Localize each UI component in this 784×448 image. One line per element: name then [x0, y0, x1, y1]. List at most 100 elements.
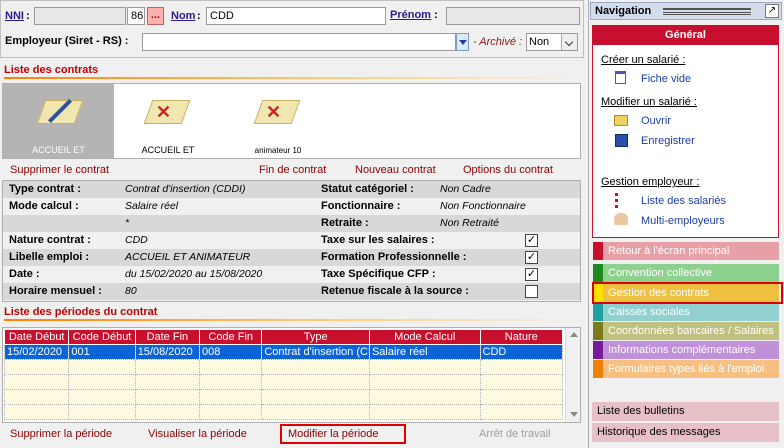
cfp-checkbox[interactable]: ✓: [525, 268, 538, 281]
mode-calcul-label: Mode calcul :: [9, 200, 79, 212]
prenom-field[interactable]: [446, 7, 580, 25]
column-header[interactable]: Date Fin: [134, 329, 201, 345]
column-header[interactable]: Date Début: [3, 329, 70, 345]
contract-item-selected[interactable]: ACCUEIL ET: [3, 84, 114, 158]
fonctionnaire-label: Fonctionnaire :: [321, 200, 401, 212]
asterisk-value: *: [125, 217, 130, 229]
bulletins-button[interactable]: Liste des bulletins: [592, 402, 779, 421]
table-cell: Contrat d'insertion (CDDI): [261, 344, 370, 360]
menu-color-bar: [593, 341, 603, 359]
column-header[interactable]: Type: [261, 329, 370, 345]
nav-menu-return[interactable]: Retour à l'écran principal: [593, 242, 779, 260]
taxe-salaires-checkbox[interactable]: ✓: [525, 234, 538, 247]
table-row[interactable]: [3, 404, 564, 420]
fonctionnaire-value: Non Fonctionnaire: [440, 200, 526, 212]
gestion-employeur-heading: Gestion employeur :: [601, 176, 700, 188]
details-row: Type contrat : Contrat d'insertion (CDDI…: [3, 181, 580, 198]
fiche-vide-link[interactable]: Fiche vide: [641, 73, 691, 85]
liste-salaries-link[interactable]: Liste des salariés: [641, 195, 726, 207]
multi-employeurs-link[interactable]: Multi-employeurs: [641, 215, 725, 227]
menu-color-bar: [593, 303, 603, 321]
nature-value: CDD: [125, 234, 148, 246]
nom-field[interactable]: CDD: [206, 7, 386, 25]
historique-button[interactable]: Historique des messages: [592, 423, 779, 442]
periods-scrollbar[interactable]: [565, 328, 580, 422]
scroll-down-icon[interactable]: [570, 412, 578, 417]
date-label: Date :: [9, 268, 40, 280]
cross-icon: ✕: [266, 102, 282, 122]
column-header[interactable]: Code Fin: [199, 329, 263, 345]
nom-label[interactable]: Nom: [171, 10, 195, 22]
save-disk-icon: [615, 134, 628, 147]
nav-menu-forms[interactable]: Formulaires types liés à l'emploi: [593, 360, 779, 378]
contract-item-label: ACCUEIL ET: [141, 145, 195, 155]
users-list-icon: [615, 193, 628, 208]
libelle-value: ACCUEIL ET ANIMATEUR: [125, 251, 251, 263]
statut-label: Statut catégoriel :: [321, 183, 414, 195]
nav-menu-convention[interactable]: Convention collective: [593, 264, 779, 282]
mode-calcul-value: Salaire réel: [125, 200, 179, 212]
cfp-label: Taxe Spécifique CFP :: [321, 268, 436, 280]
nav-menu-bank[interactable]: Coordonnées bancaires / Salaires: [593, 322, 779, 340]
contract-item[interactable]: ✕ animateur 10: [228, 84, 328, 158]
horaire-value: 80: [125, 285, 137, 297]
enregistrer-link[interactable]: Enregistrer: [641, 135, 695, 147]
details-row: Mode calcul : Salaire réel Fonctionnaire…: [3, 198, 580, 215]
prenom-label[interactable]: Prénom: [390, 9, 431, 21]
employeur-field[interactable]: [142, 33, 456, 51]
table-row[interactable]: [3, 359, 564, 375]
details-row: Date : du 15/02/2020 au 15/08/2020 Taxe …: [3, 266, 580, 283]
horaire-label: Horaire mensuel :: [9, 285, 102, 297]
menu-color-bar: [593, 242, 603, 260]
nav-menu-label: Retour à l'écran principal: [608, 245, 730, 257]
nni-field[interactable]: [34, 7, 126, 25]
contract-item[interactable]: ✕ ACCUEIL ET: [118, 84, 218, 158]
view-period-button[interactable]: Visualiser la période: [148, 428, 247, 440]
contracts-section-divider: [4, 77, 579, 79]
contract-options-button[interactable]: Options du contrat: [463, 164, 553, 176]
formation-checkbox[interactable]: ✓: [525, 251, 538, 264]
modifier-salarie-heading: Modifier un salarié :: [601, 96, 697, 108]
delete-contract-button[interactable]: Supprimer le contrat: [10, 164, 109, 176]
ouvrir-link[interactable]: Ouvrir: [641, 115, 671, 127]
delete-period-button[interactable]: Supprimer la période: [10, 428, 112, 440]
nav-menu-label: Coordonnées bancaires / Salaires: [608, 325, 774, 337]
employeur-dropdown-button[interactable]: [456, 33, 469, 51]
archive-label: - Archivé :: [473, 36, 523, 48]
nni-key-field[interactable]: 86: [127, 7, 145, 25]
retenue-checkbox[interactable]: [525, 285, 538, 298]
menu-color-bar: [593, 322, 603, 340]
table-cell: 008: [199, 344, 263, 360]
column-header[interactable]: Nature: [479, 329, 564, 345]
general-header: Général: [592, 25, 779, 45]
column-header[interactable]: Code Début: [68, 329, 136, 345]
formation-label: Formation Professionnelle :: [321, 251, 467, 263]
undock-icon[interactable]: ↗: [765, 4, 779, 18]
scroll-up-icon[interactable]: [570, 332, 578, 337]
nom-colon: :: [197, 10, 201, 22]
nav-menu-caisses[interactable]: Caisses sociales: [593, 303, 779, 321]
contract-item-label: ACCUEIL ET: [32, 145, 85, 155]
details-row: Horaire mensuel : 80 Retenue fiscale à l…: [3, 283, 580, 300]
table-row[interactable]: [3, 374, 564, 390]
open-folder-icon: [614, 115, 628, 126]
table-row[interactable]: 15/02/2020 001 15/08/2020 008 Contrat d'…: [3, 344, 564, 360]
periods-section-title: Liste des périodes du contrat: [4, 306, 158, 318]
chevron-down-icon: [459, 40, 467, 45]
end-contract-button[interactable]: Fin de contrat: [259, 164, 326, 176]
archive-select[interactable]: Non: [526, 33, 578, 51]
details-row: Nature contrat : CDD Taxe sur les salair…: [3, 232, 580, 249]
new-document-icon: [615, 71, 626, 84]
modify-period-highlight: [280, 424, 406, 444]
nni-label[interactable]: NNI: [5, 10, 24, 22]
retraite-value: Non Retraité: [440, 217, 499, 229]
nni-ellipsis-button[interactable]: ...: [147, 7, 164, 25]
retenue-label: Retenue fiscale à la source :: [321, 285, 469, 297]
table-cell: 15/08/2020: [134, 344, 201, 360]
column-header[interactable]: Mode Calcul: [368, 329, 481, 345]
retraite-label: Retraite :: [321, 217, 369, 229]
new-contract-button[interactable]: Nouveau contrat: [355, 164, 436, 176]
table-row[interactable]: [3, 389, 564, 405]
nni-colon: :: [26, 10, 30, 22]
nav-menu-info[interactable]: Informations complémentaires: [593, 341, 779, 359]
